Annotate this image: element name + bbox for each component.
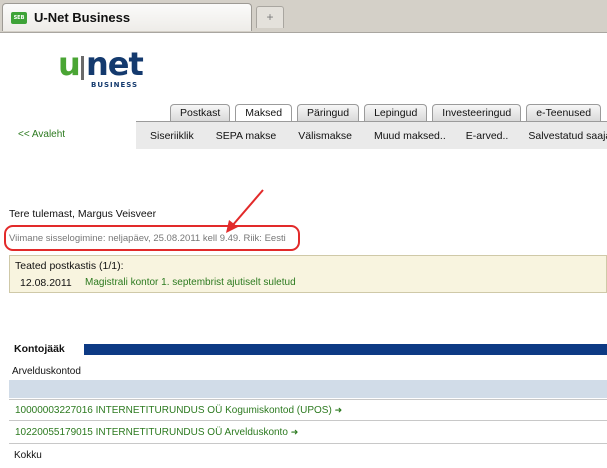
tab-paringud[interactable]: Päringud bbox=[297, 104, 360, 121]
table-row: 10000003227016 INTERNETITURUNDUS OÜ Kogu… bbox=[9, 399, 607, 421]
subnav-siseriiklik[interactable]: Siseriiklik bbox=[150, 130, 194, 142]
tab-e-teenused[interactable]: e-Teenused bbox=[526, 104, 602, 121]
annotation-highlight bbox=[4, 225, 300, 251]
subnav-e-arved[interactable]: E-arved.. bbox=[466, 130, 509, 142]
browser-tab[interactable]: SEB U-Net Business bbox=[2, 3, 252, 31]
sub-navigation: Siseriiklik SEPA makse Välismakse Muud m… bbox=[136, 121, 607, 149]
subnav-salvestatud-saajad[interactable]: Salvestatud saajad bbox=[528, 130, 607, 142]
mailbox-notices: Teated postkastis (1/1): 12.08.2011 Magi… bbox=[9, 255, 607, 293]
tab-investeeringud[interactable]: Investeeringud bbox=[432, 104, 522, 121]
new-tab-button[interactable]: + bbox=[256, 6, 284, 28]
accounts-table-header bbox=[9, 380, 607, 398]
logo-divider bbox=[81, 56, 84, 80]
notices-title: Teated postkastis (1/1): bbox=[15, 260, 124, 272]
account-link[interactable]: 10220055179015 INTERNETITURUNDUS OÜ Arve… bbox=[15, 427, 298, 438]
welcome-message: Tere tulemast, Margus Veisveer bbox=[9, 208, 157, 220]
tab-postkast[interactable]: Postkast bbox=[170, 104, 231, 121]
arrow-right-icon: ➜ bbox=[290, 427, 299, 437]
browser-tab-strip: SEB U-Net Business + bbox=[0, 0, 607, 33]
main-tabs: Postkast Maksed Päringud Lepingud Invest… bbox=[170, 104, 602, 122]
browser-tab-title: U-Net Business bbox=[34, 10, 131, 25]
account-link[interactable]: 10000003227016 INTERNETITURUNDUS OÜ Kogu… bbox=[15, 405, 342, 416]
home-link[interactable]: << Avaleht bbox=[18, 129, 65, 140]
total-label: Kokku bbox=[14, 450, 42, 461]
table-row: 10220055179015 INTERNETITURUNDUS OÜ Arve… bbox=[9, 422, 607, 444]
unet-business-logo: u net BUSINESS bbox=[58, 45, 148, 92]
logo-u: u bbox=[58, 45, 81, 83]
tab-maksed[interactable]: Maksed bbox=[235, 104, 293, 122]
balance-section-title: Kontojääk bbox=[14, 343, 65, 355]
notice-link[interactable]: Magistrali kontor 1. septembrist ajutise… bbox=[85, 277, 296, 288]
subnav-sepa-makse[interactable]: SEPA makse bbox=[216, 130, 277, 142]
accounts-type-label: Arvelduskontod bbox=[12, 366, 81, 377]
section-header-bar bbox=[84, 344, 607, 355]
notice-date: 12.08.2011 bbox=[20, 277, 72, 289]
arrow-right-icon: ➜ bbox=[334, 405, 343, 415]
logo-net: net bbox=[86, 45, 144, 83]
account-label: 10220055179015 INTERNETITURUNDUS OÜ Arve… bbox=[15, 427, 288, 438]
seb-favicon-icon: SEB bbox=[11, 12, 27, 24]
subnav-muud-maksed[interactable]: Muud maksed.. bbox=[374, 130, 446, 142]
account-label: 10000003227016 INTERNETITURUNDUS OÜ Kogu… bbox=[15, 405, 332, 416]
tab-lepingud[interactable]: Lepingud bbox=[364, 104, 428, 121]
subnav-valismakse[interactable]: Välismakse bbox=[298, 130, 352, 142]
logo-subtitle: BUSINESS bbox=[91, 81, 139, 89]
